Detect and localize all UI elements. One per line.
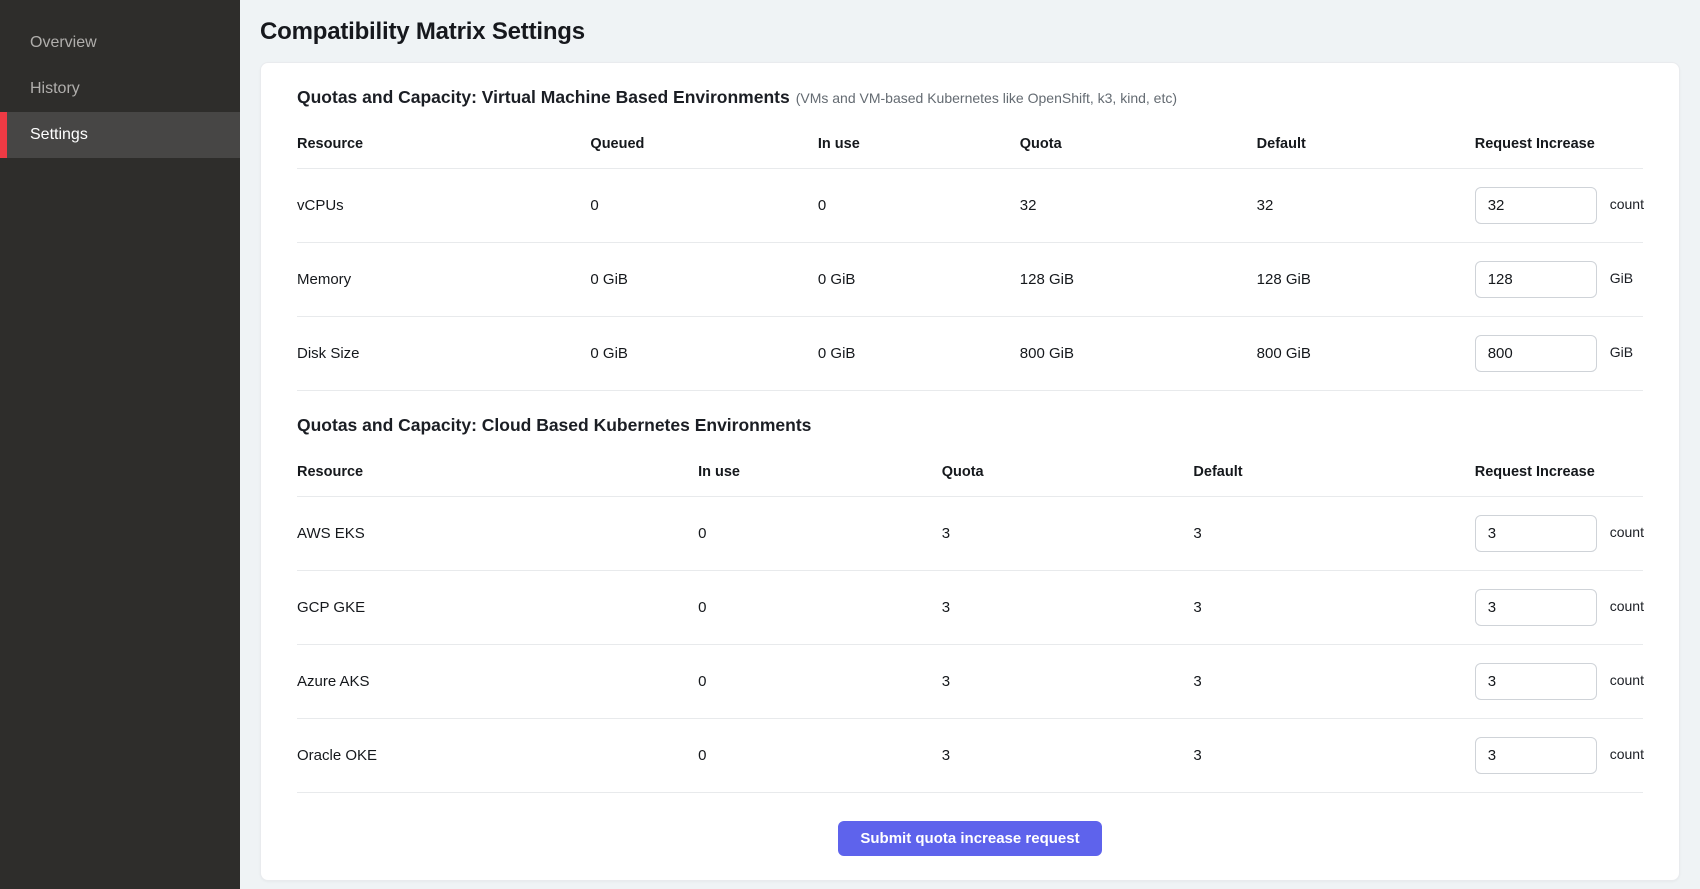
sidebar-item-history[interactable]: History [0, 66, 240, 112]
resource-cell: Oracle OKE [297, 729, 698, 782]
in-use-cell: 0 [698, 729, 942, 782]
request-increase-input[interactable] [1475, 261, 1597, 298]
cloud-table-header-row: Resource In use Quota Default Request In… [297, 450, 1643, 497]
vm-table-header-row: Resource Queued In use Quota Default Req… [297, 122, 1643, 169]
column-header: Default [1193, 450, 1474, 496]
quota-cell: 3 [942, 729, 1194, 782]
unit-label: count [1610, 746, 1644, 762]
request-increase-input[interactable] [1475, 335, 1597, 372]
resource-cell: AWS EKS [297, 507, 698, 560]
in-use-cell: 0 [698, 507, 942, 560]
column-header: In use [698, 450, 942, 496]
button-row: Submit quota increase request [297, 793, 1643, 858]
quota-cell: 128 GiB [1020, 253, 1257, 306]
vm-section-title: Quotas and Capacity: Virtual Machine Bas… [297, 87, 1643, 108]
resource-cell: Azure AKS [297, 655, 698, 708]
request-increase-cell: count [1475, 571, 1644, 644]
in-use-cell: 0 GiB [818, 327, 1020, 380]
request-increase-input[interactable] [1475, 663, 1597, 700]
submit-quota-increase-button[interactable]: Submit quota increase request [838, 821, 1101, 856]
column-header: Queued [590, 122, 817, 168]
queued-cell: 0 [590, 179, 817, 232]
table-row: Oracle OKE 0 3 3 count [297, 719, 1643, 793]
request-increase-cell: count [1475, 645, 1644, 718]
default-cell: 32 [1257, 179, 1475, 232]
request-increase-cell: count [1475, 497, 1644, 570]
table-row: Memory 0 GiB 0 GiB 128 GiB 128 GiB GiB [297, 243, 1643, 317]
default-cell: 800 GiB [1257, 327, 1475, 380]
default-cell: 3 [1193, 729, 1474, 782]
cloud-section-title: Quotas and Capacity: Cloud Based Kuberne… [297, 415, 1643, 436]
quota-cell: 32 [1020, 179, 1257, 232]
cloud-quota-table: Resource In use Quota Default Request In… [297, 450, 1643, 793]
quota-cell: 800 GiB [1020, 327, 1257, 380]
unit-label: count [1610, 672, 1644, 688]
request-increase-cell: GiB [1475, 317, 1643, 390]
column-header: Resource [297, 122, 590, 168]
column-header: Resource [297, 450, 698, 496]
vm-quota-table: Resource Queued In use Quota Default Req… [297, 122, 1643, 391]
default-cell: 128 GiB [1257, 253, 1475, 306]
quota-cell: 3 [942, 655, 1194, 708]
table-row: GCP GKE 0 3 3 count [297, 571, 1643, 645]
in-use-cell: 0 [698, 581, 942, 634]
queued-cell: 0 GiB [590, 327, 817, 380]
column-header: Request Increase [1475, 122, 1643, 168]
in-use-cell: 0 [818, 179, 1020, 232]
request-increase-input[interactable] [1475, 515, 1597, 552]
table-row: Azure AKS 0 3 3 count [297, 645, 1643, 719]
column-header: Quota [1020, 122, 1257, 168]
in-use-cell: 0 GiB [818, 253, 1020, 306]
table-row: vCPUs 0 0 32 32 count [297, 169, 1643, 243]
request-increase-input[interactable] [1475, 187, 1597, 224]
default-cell: 3 [1193, 581, 1474, 634]
vm-section-subtitle: (VMs and VM-based Kubernetes like OpenSh… [796, 90, 1177, 106]
vm-section-title-text: Quotas and Capacity: Virtual Machine Bas… [297, 87, 790, 107]
column-header: Quota [942, 450, 1194, 496]
sidebar-item-overview[interactable]: Overview [0, 20, 240, 66]
resource-cell: GCP GKE [297, 581, 698, 634]
quota-cell: 3 [942, 581, 1194, 634]
page-title: Compatibility Matrix Settings [260, 18, 1680, 46]
default-cell: 3 [1193, 507, 1474, 560]
table-row: AWS EKS 0 3 3 count [297, 497, 1643, 571]
unit-label: count [1610, 196, 1644, 212]
resource-cell: Disk Size [297, 327, 590, 380]
column-header: Request Increase [1475, 450, 1643, 496]
column-header: Default [1257, 122, 1475, 168]
unit-label: GiB [1610, 270, 1633, 286]
unit-label: count [1610, 524, 1644, 540]
resource-cell: vCPUs [297, 179, 590, 232]
main-content: Compatibility Matrix Settings Quotas and… [240, 0, 1700, 889]
queued-cell: 0 GiB [590, 253, 817, 306]
request-increase-cell: count [1475, 719, 1644, 792]
in-use-cell: 0 [698, 655, 942, 708]
unit-label: count [1610, 598, 1644, 614]
quota-settings-card: Quotas and Capacity: Virtual Machine Bas… [260, 62, 1680, 881]
sidebar-item-settings[interactable]: Settings [0, 112, 240, 158]
sidebar: Overview History Settings [0, 0, 240, 889]
default-cell: 3 [1193, 655, 1474, 708]
resource-cell: Memory [297, 253, 590, 306]
request-increase-cell: count [1475, 169, 1644, 242]
unit-label: GiB [1610, 344, 1633, 360]
column-header: In use [818, 122, 1020, 168]
quota-cell: 3 [942, 507, 1194, 560]
request-increase-input[interactable] [1475, 589, 1597, 626]
table-row: Disk Size 0 GiB 0 GiB 800 GiB 800 GiB Gi… [297, 317, 1643, 391]
request-increase-cell: GiB [1475, 243, 1643, 316]
request-increase-input[interactable] [1475, 737, 1597, 774]
